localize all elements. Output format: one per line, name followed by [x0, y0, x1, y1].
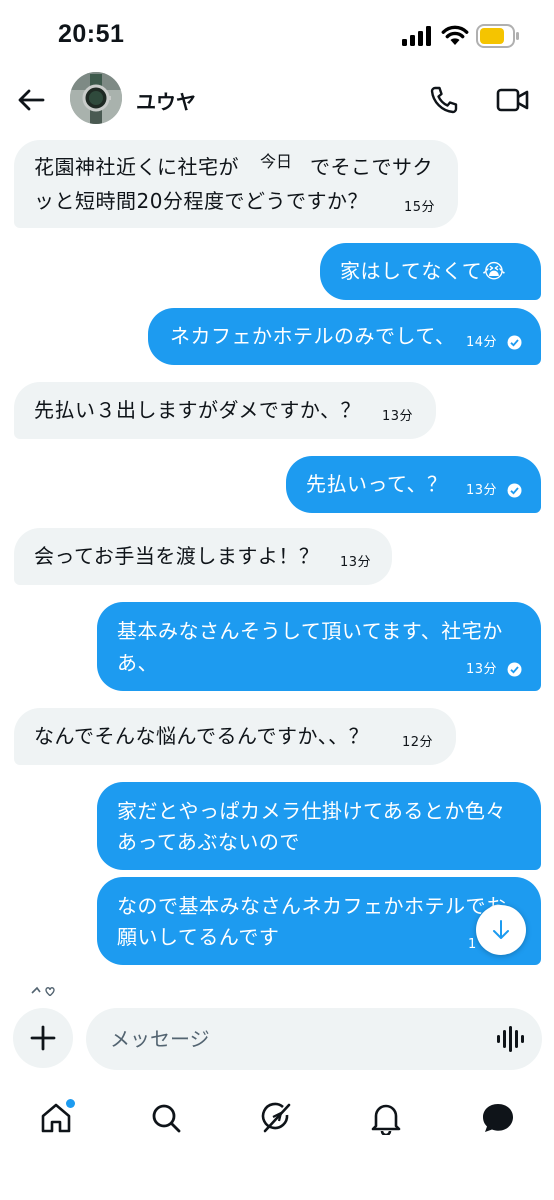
- arrow-down-icon: [493, 920, 509, 939]
- message-timestamp: 14分: [466, 335, 498, 350]
- home-indicator: [207, 1183, 347, 1188]
- date-chip: 今日: [242, 147, 310, 177]
- read-receipt-icon: [507, 662, 522, 677]
- grok-icon: [261, 1102, 291, 1133]
- message-text: なので基本みなさんネカフェかホテルでお: [117, 894, 507, 918]
- bell-icon: [371, 1104, 401, 1135]
- status-time: 20:51: [58, 20, 125, 48]
- conversation-header: ユウヤ: [0, 72, 554, 128]
- search-icon: [152, 1104, 181, 1133]
- message-bubble-incoming[interactable]: なんでそんな悩んでるんですか、、？ 12分: [14, 708, 456, 765]
- message-bubble-outgoing[interactable]: 先払いって、？ 13分: [286, 456, 541, 513]
- message-text: あ、: [117, 651, 158, 675]
- reaction-icon[interactable]: [30, 984, 62, 1001]
- nav-search[interactable]: [146, 1098, 186, 1138]
- message-text: 会ってお手当を渡しますよ！？: [34, 544, 320, 568]
- message-bubble-outgoing[interactable]: ネカフェかホテルのみでして、 14分: [148, 308, 541, 365]
- message-text: ッと短時間20分程度でどうですか？: [34, 189, 368, 213]
- nav-messages[interactable]: [478, 1098, 518, 1138]
- voice-message-icon[interactable]: [496, 1025, 524, 1053]
- video-call-icon[interactable]: [496, 86, 530, 118]
- scroll-to-bottom-button[interactable]: [476, 905, 526, 955]
- message-composer: [86, 1008, 542, 1070]
- message-bubble-incoming[interactable]: 会ってお手当を渡しますよ！？ 13分: [14, 528, 392, 585]
- message-text: でそこでサク: [310, 155, 433, 179]
- message-text: 家はしてなくて😭: [340, 259, 507, 283]
- message-text: あってあぶないので: [117, 830, 300, 854]
- message-timestamp: 12分: [402, 735, 434, 750]
- message-bubble-outgoing[interactable]: 基本みなさんそうして頂いてます、社宅か あ、 13分: [97, 602, 541, 691]
- nav-notifications[interactable]: [366, 1098, 406, 1138]
- message-bubble-outgoing[interactable]: 家だとやっぱカメラ仕掛けてあるとか色々 あってあぶないので: [97, 782, 541, 870]
- avatar[interactable]: [70, 72, 122, 124]
- message-text: 家だとやっぱカメラ仕掛けてあるとか色々: [117, 799, 506, 823]
- read-receipt-icon: [507, 335, 522, 350]
- nav-home[interactable]: [36, 1098, 76, 1138]
- message-text: 願いしてるんです: [117, 925, 280, 949]
- message-text: ネカフェかホテルのみでして、: [170, 324, 456, 348]
- message-timestamp: 13分: [466, 483, 498, 498]
- message-text: 花園神社近くに社宅が: [34, 155, 239, 179]
- message-text: なんでそんな悩んでるんですか、、？: [34, 724, 370, 748]
- messages-icon: [483, 1104, 513, 1132]
- notification-dot: [66, 1099, 75, 1108]
- message-bubble-outgoing[interactable]: 家はしてなくて😭: [320, 243, 541, 300]
- add-attachment-button[interactable]: [13, 1008, 73, 1068]
- message-text: 基本みなさんそうして頂いてます、社宅か: [117, 619, 503, 643]
- signal-icon: [402, 26, 431, 46]
- message-input[interactable]: [110, 1008, 490, 1070]
- nav-grok[interactable]: [256, 1098, 296, 1138]
- back-arrow-icon[interactable]: [14, 83, 48, 117]
- message-bubble-outgoing[interactable]: なので基本みなさんネカフェかホテルでお 願いしてるんです 1: [97, 877, 541, 965]
- message-text: 先払いって、？: [306, 472, 448, 496]
- battery-icon: [476, 24, 519, 48]
- message-timestamp: 15分: [404, 200, 436, 215]
- message-text: 先払い３出しますがダメですか、？: [34, 398, 361, 422]
- contact-name[interactable]: ユウヤ: [136, 86, 196, 115]
- wifi-icon: [441, 25, 469, 45]
- message-timestamp: 13分: [466, 662, 498, 677]
- status-bar: 20:51: [0, 0, 554, 72]
- phone-call-icon[interactable]: [428, 84, 460, 120]
- bottom-navigation: [0, 1088, 554, 1148]
- message-bubble-incoming[interactable]: 先払い３出しますがダメですか、？ 13分: [14, 382, 436, 439]
- read-receipt-icon: [507, 483, 522, 498]
- message-timestamp: 13分: [382, 409, 414, 424]
- message-bubble-incoming[interactable]: 花園神社近くに社宅が でそこでサク ッと短時間20分程度でどうですか？ 15分: [14, 140, 458, 228]
- message-timestamp: 1: [468, 937, 477, 952]
- message-timestamp: 13分: [340, 555, 372, 570]
- plus-icon: [30, 1025, 56, 1051]
